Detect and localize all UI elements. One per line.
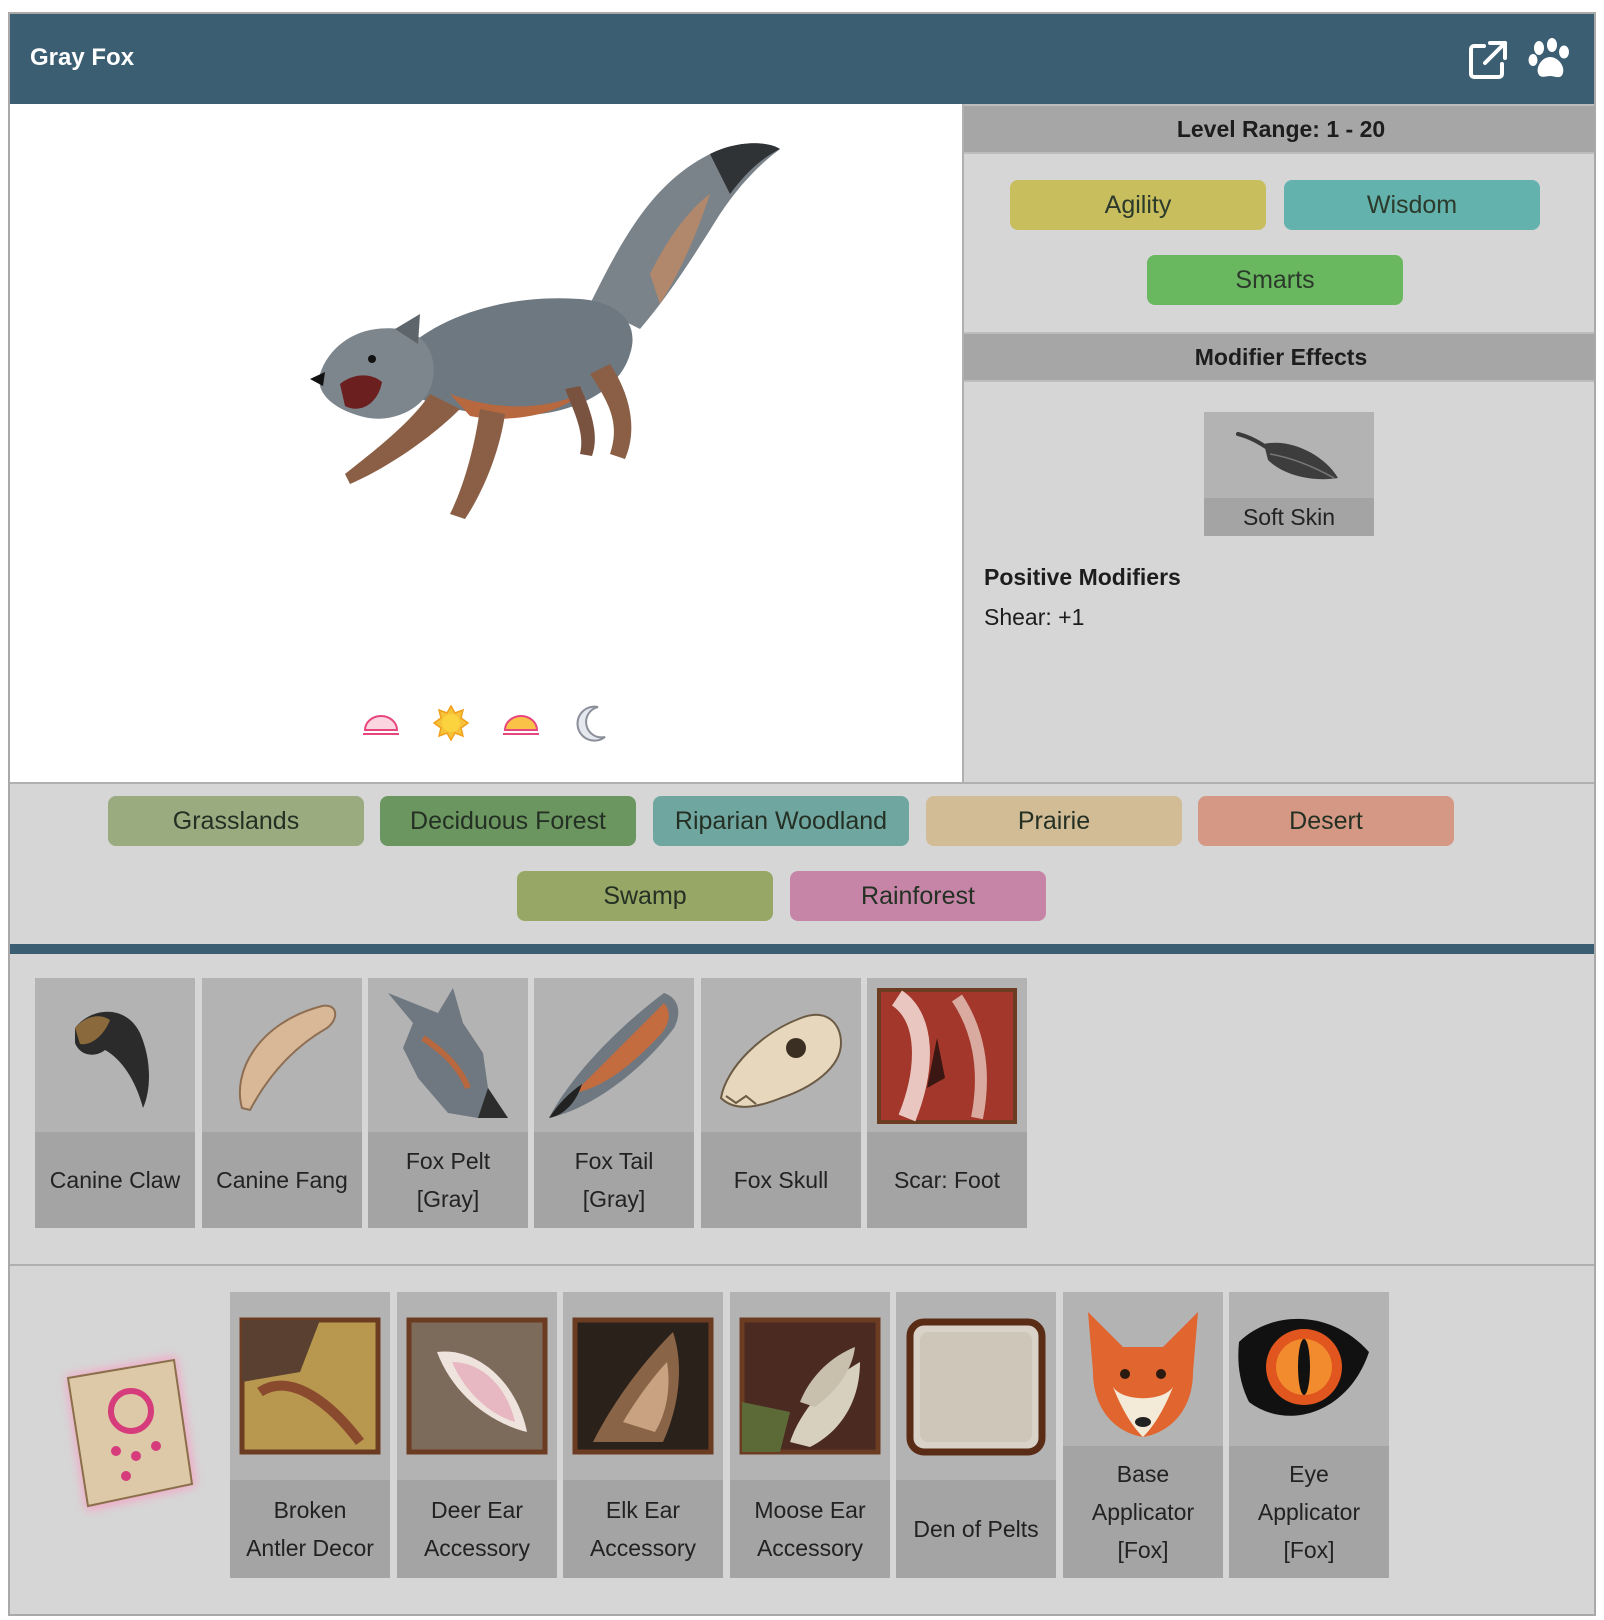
level-range: Level Range: 1 - 20: [964, 104, 1594, 154]
drops-list: Canine Claw Canine Fang Fox Pelt [Gray]: [10, 954, 1594, 1266]
external-link-icon[interactable]: [1466, 38, 1510, 82]
reward-label-line: Applicator: [1257, 1499, 1361, 1525]
reward-label-line: Deer Ear: [430, 1497, 524, 1523]
reward-deer-ear-accessory[interactable]: Deer Ear Accessory: [397, 1292, 557, 1578]
drop-label: Canine Fang: [202, 1132, 362, 1228]
den-of-pelts-icon: [906, 1318, 1046, 1456]
rewards-list: Broken Antler Decor Deer Ear Accessory E…: [10, 1266, 1594, 1614]
reward-label-line: Elk Ear: [605, 1497, 681, 1523]
habitat-grasslands[interactable]: Grasslands: [108, 796, 364, 846]
reward-label-line: Accessory: [423, 1535, 531, 1561]
reward-elk-ear-accessory[interactable]: Elk Ear Accessory: [563, 1292, 723, 1578]
habitat-riparian-woodland[interactable]: Riparian Woodland: [653, 796, 909, 846]
reward-label-box: Broken Antler Decor: [230, 1480, 390, 1578]
modifier-soft-skin[interactable]: Soft Skin: [1204, 412, 1374, 536]
creature-name: Gray Fox: [30, 44, 135, 71]
reward-label-line: Eye: [1289, 1461, 1329, 1487]
reward-label-line: Broken: [273, 1497, 347, 1523]
drop-fox-tail-gray[interactable]: Fox Tail [Gray]: [534, 978, 694, 1228]
modifier-label: Soft Skin: [1204, 498, 1374, 536]
reward-label-line: Accessory: [589, 1535, 697, 1561]
drop-scar-foot[interactable]: Scar: Foot: [867, 978, 1027, 1228]
antler-decor-icon: [239, 1317, 381, 1455]
drop-canine-fang[interactable]: Canine Fang: [202, 978, 362, 1228]
creature-card: Gray Fox Level Range: 1 - 20 Agility Wis…: [8, 12, 1596, 1616]
trait-agility[interactable]: Agility: [1010, 180, 1266, 230]
dusk-icon: [502, 704, 540, 744]
trait-smarts[interactable]: Smarts: [1147, 255, 1403, 305]
deer-ear-icon: [406, 1317, 548, 1455]
reward-label-box: Eye Applicator [Fox]: [1229, 1446, 1389, 1578]
reward-label-box: Moose Ear Accessory: [730, 1480, 890, 1578]
scroll-icon[interactable]: [46, 1346, 206, 1526]
reward-label-line: Applicator: [1091, 1499, 1195, 1525]
reward-label-line: Accessory: [756, 1535, 864, 1561]
tail-icon: [549, 993, 679, 1118]
day-icon: [432, 704, 470, 744]
positive-modifiers-title: Positive Modifiers: [984, 564, 1181, 590]
habitat-rainforest[interactable]: Rainforest: [790, 871, 1046, 921]
elk-ear-icon: [572, 1317, 714, 1455]
drop-fox-pelt-gray[interactable]: Fox Pelt [Gray]: [368, 978, 528, 1228]
gray-fox-illustration: [310, 143, 780, 519]
drop-label: Canine Claw: [35, 1132, 195, 1228]
reward-broken-antler-decor[interactable]: Broken Antler Decor: [230, 1292, 390, 1578]
drop-label: Fox Pelt: [405, 1148, 491, 1174]
drop-canine-claw[interactable]: Canine Claw: [35, 978, 195, 1228]
reward-label: Den of Pelts: [896, 1480, 1056, 1578]
section-divider: [10, 944, 1594, 954]
reward-label-line: Base: [1116, 1461, 1170, 1487]
modifier-effects-header: Modifier Effects: [964, 332, 1594, 382]
positive-modifier-value: Shear: +1: [984, 604, 1085, 630]
reward-label-box: Base Applicator [Fox]: [1063, 1446, 1223, 1578]
reward-label-line: [Fox]: [1117, 1537, 1169, 1563]
reward-label-line: Antler Decor: [246, 1535, 374, 1561]
reward-label-box: Deer Ear Accessory: [397, 1480, 557, 1578]
reward-base-applicator-fox[interactable]: Base Applicator [Fox]: [1063, 1292, 1223, 1578]
drop-label: Fox Skull: [701, 1132, 861, 1228]
reward-label-line: [Fox]: [1283, 1537, 1335, 1563]
stats-panel: Level Range: 1 - 20 Agility Wisdom Smart…: [964, 104, 1594, 784]
card-header: Gray Fox: [10, 14, 1594, 104]
habitat-deciduous-forest[interactable]: Deciduous Forest: [380, 796, 636, 846]
reward-moose-ear-accessory[interactable]: Moose Ear Accessory: [730, 1292, 890, 1578]
trait-wisdom[interactable]: Wisdom: [1284, 180, 1540, 230]
reward-eye-applicator-fox[interactable]: Eye Applicator [Fox]: [1229, 1292, 1389, 1578]
dawn-icon: [362, 704, 400, 744]
feather-icon: [1236, 432, 1338, 480]
drop-label-variant: [Gray]: [582, 1186, 646, 1212]
habitat-list: Grasslands Deciduous Forest Riparian Woo…: [10, 784, 1594, 934]
fang-icon: [238, 1004, 337, 1112]
paw-icon[interactable]: [1528, 38, 1572, 82]
claw-icon: [75, 1011, 149, 1108]
drop-label-variant: [Gray]: [416, 1186, 480, 1212]
drop-label: Fox Tail: [574, 1148, 654, 1174]
moose-ear-icon: [739, 1317, 881, 1455]
pelt-icon: [388, 988, 508, 1118]
drop-label-box: Fox Pelt [Gray]: [368, 1132, 528, 1228]
activity-times: [362, 704, 610, 744]
drop-label: Scar: Foot: [867, 1132, 1027, 1228]
reward-label-box: Elk Ear Accessory: [563, 1480, 723, 1578]
fox-face-icon: [1088, 1312, 1198, 1437]
creature-art-panel: [10, 104, 964, 784]
reward-den-of-pelts[interactable]: Den of Pelts: [896, 1292, 1056, 1578]
habitat-desert[interactable]: Desert: [1198, 796, 1454, 846]
fox-eye-icon: [1238, 1318, 1369, 1416]
habitat-swamp[interactable]: Swamp: [517, 871, 773, 921]
scar-icon: [877, 988, 1017, 1124]
drop-label-box: Fox Tail [Gray]: [534, 1132, 694, 1228]
drop-fox-skull[interactable]: Fox Skull: [701, 978, 861, 1228]
header-icons: [1466, 38, 1572, 82]
reward-label-line: Moose Ear: [754, 1497, 866, 1523]
habitat-prairie[interactable]: Prairie: [926, 796, 1182, 846]
trait-badges: Agility Wisdom Smarts: [964, 154, 1594, 332]
skull-icon: [719, 1013, 843, 1108]
night-icon: [572, 704, 610, 744]
